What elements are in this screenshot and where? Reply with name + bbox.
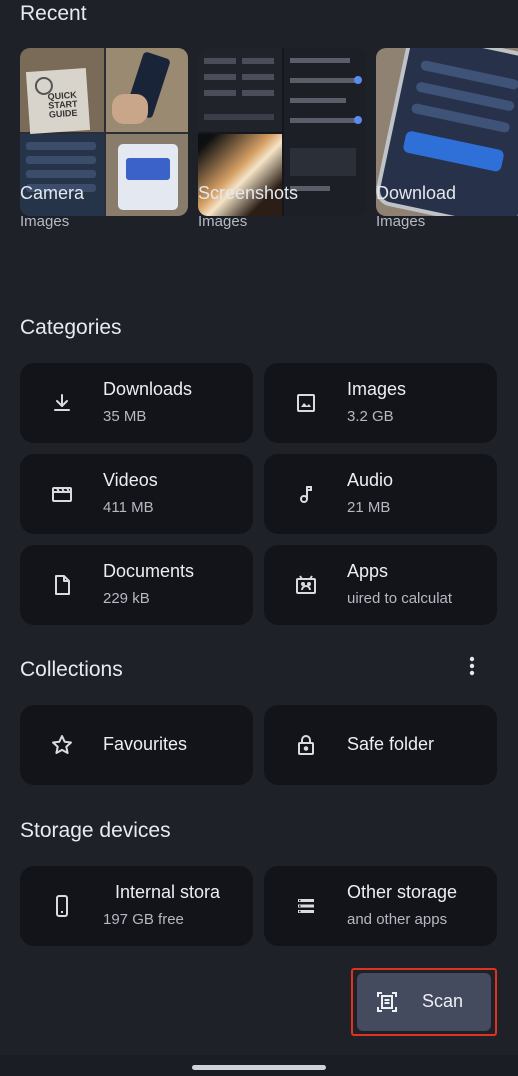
- document-scanner-icon: [377, 992, 397, 1012]
- category-images[interactable]: Images 3.2 GB: [264, 363, 497, 443]
- recent-screenshots-type: Images: [198, 213, 248, 230]
- category-documents[interactable]: Documents 229 kB: [20, 545, 253, 625]
- video-icon: [52, 487, 72, 502]
- storage-list-icon: [298, 899, 314, 913]
- recent-screenshots-name: Screenshots: [198, 183, 299, 203]
- category-label: Audio: [347, 470, 394, 490]
- storage-other[interactable]: Other storage and other apps: [264, 866, 497, 946]
- lock-icon: [298, 735, 314, 755]
- collections-section-title: Collections: [20, 658, 123, 681]
- category-label: Videos: [103, 470, 158, 490]
- scan-highlight: Scan: [351, 968, 497, 1036]
- document-icon: [55, 575, 70, 595]
- quick-start-text: QUICK START GUIDE: [47, 89, 78, 120]
- category-size: 21 MB: [347, 499, 391, 516]
- recent-download-type: Images: [376, 213, 426, 230]
- category-size: 411 MB: [103, 499, 154, 516]
- image-icon: [297, 394, 315, 412]
- storage-free: 197 GB free: [103, 911, 184, 928]
- collection-label: Favourites: [103, 734, 188, 754]
- android-app-icon: [296, 575, 316, 594]
- recent-download-name: Download: [376, 183, 457, 203]
- storage-section-title: Storage devices: [20, 819, 171, 842]
- category-audio[interactable]: Audio 21 MB: [264, 454, 497, 534]
- music-note-icon: [300, 486, 312, 503]
- storage-internal[interactable]: Internal stora 197 GB free: [20, 866, 253, 946]
- recent-section-title: Recent: [20, 2, 87, 25]
- category-size: 35 MB: [103, 408, 147, 425]
- download-icon: [54, 394, 70, 411]
- more-options-icon[interactable]: [460, 654, 484, 678]
- category-label: Downloads: [103, 379, 193, 399]
- recent-camera-type: Images: [20, 213, 70, 230]
- scan-button[interactable]: Scan: [357, 973, 491, 1031]
- storage-description: and other apps: [347, 911, 448, 928]
- categories-section-title: Categories: [20, 316, 122, 339]
- category-downloads[interactable]: Downloads 35 MB: [20, 363, 253, 443]
- collection-label: Safe folder: [347, 734, 435, 754]
- category-label: Images: [347, 379, 407, 399]
- category-apps[interactable]: Apps uired to calculat: [264, 545, 497, 625]
- category-size: uired to calculat: [347, 590, 453, 607]
- category-videos[interactable]: Videos 411 MB: [20, 454, 253, 534]
- category-size: 229 kB: [103, 590, 150, 607]
- phone-icon: [56, 895, 68, 917]
- scan-label: Scan: [422, 991, 464, 1011]
- recent-camera-name: Camera: [20, 183, 85, 203]
- storage-label: Internal stora: [115, 882, 221, 902]
- collection-favourites[interactable]: Favourites: [20, 705, 253, 785]
- gesture-handle[interactable]: [192, 1065, 326, 1070]
- star-icon: [52, 735, 72, 754]
- category-size: 3.2 GB: [347, 408, 394, 425]
- category-label: Documents: [103, 561, 195, 581]
- collection-safe-folder[interactable]: Safe folder: [264, 705, 497, 785]
